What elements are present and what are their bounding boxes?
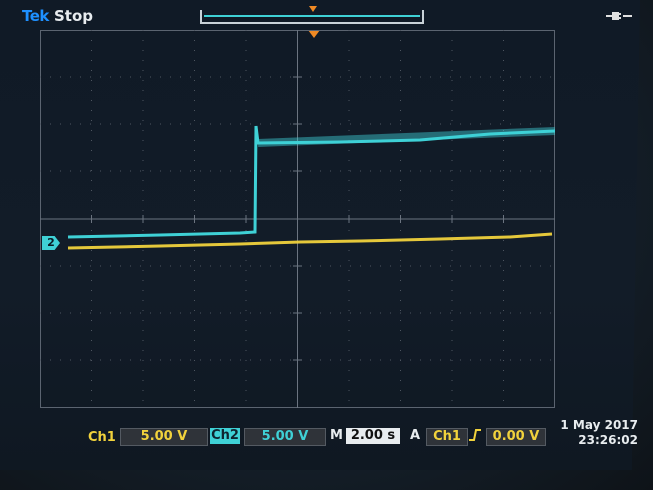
main-timebase-label: M — [330, 428, 343, 443]
ch1-volts-per-div: 5.00 V — [120, 428, 208, 446]
date-display: 1 May 2017 — [560, 418, 638, 432]
rising-edge-icon — [468, 428, 482, 446]
trigger-source: Ch1 — [426, 428, 468, 446]
ch2-volts-per-div: 5.00 V — [244, 428, 326, 446]
ch2-label: Ch2 — [210, 428, 240, 444]
brand-logo: Tek — [22, 7, 49, 25]
time-per-div: 2.00 s — [346, 428, 400, 444]
acquisition-state: Stop — [54, 7, 94, 25]
plug-icon — [604, 9, 634, 23]
graticule — [40, 30, 555, 408]
record-trigger-position-marker — [309, 6, 317, 12]
ch1-label: Ch1 — [88, 430, 116, 445]
time-display: 23:26:02 — [578, 433, 638, 447]
record-view-fill — [204, 15, 420, 17]
record-length-bar — [200, 10, 424, 24]
trigger-label: A — [410, 428, 421, 443]
trigger-level: 0.00 V — [486, 428, 546, 446]
